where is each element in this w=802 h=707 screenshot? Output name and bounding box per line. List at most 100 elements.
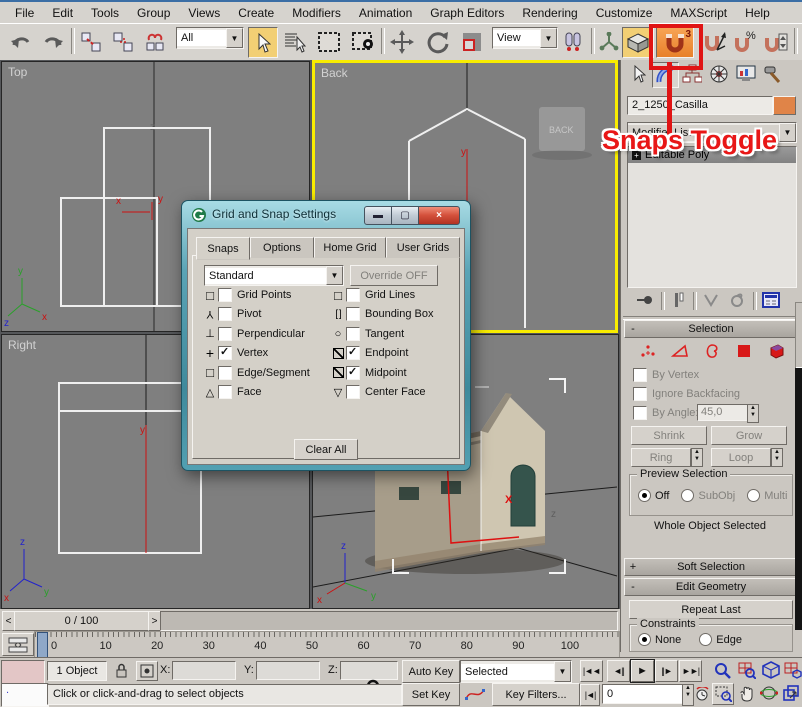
radio-icon[interactable] bbox=[699, 633, 712, 646]
percent-snap-toggle-icon[interactable]: % bbox=[732, 27, 760, 56]
menu-item[interactable]: Rendering bbox=[513, 4, 586, 22]
pan-hand-icon[interactable] bbox=[737, 683, 757, 703]
tab-create[interactable] bbox=[625, 62, 650, 86]
track-bar-ruler[interactable]: 0102030405060708090100 bbox=[34, 631, 620, 659]
current-frame-field[interactable]: 0 bbox=[602, 684, 686, 704]
time-configuration-icon[interactable] bbox=[694, 684, 711, 704]
close-button[interactable]: × bbox=[418, 206, 460, 225]
repeat-last-button[interactable]: Repeat Last bbox=[629, 600, 793, 619]
dialog-tab[interactable]: Snaps bbox=[196, 237, 250, 260]
pin-stack-icon[interactable] bbox=[635, 290, 655, 310]
panel-scrollbar-thumb[interactable] bbox=[795, 302, 802, 370]
collapse-icon[interactable]: - bbox=[625, 581, 641, 593]
y-coordinate-field[interactable] bbox=[256, 661, 320, 680]
snap-option[interactable]: Face bbox=[202, 384, 261, 400]
auto-key-button[interactable]: Auto Key bbox=[402, 660, 460, 683]
preview-radio-option[interactable]: Off bbox=[638, 489, 669, 502]
tab-display[interactable] bbox=[733, 62, 758, 86]
snap-checkbox[interactable] bbox=[218, 366, 232, 380]
snap-option[interactable]: Perpendicular bbox=[202, 326, 305, 342]
by-vertex-checkbox-row[interactable]: By Vertex bbox=[633, 368, 699, 382]
select-and-scale-icon[interactable] bbox=[456, 27, 488, 56]
snap-checkbox[interactable] bbox=[346, 366, 360, 380]
absolute-offset-toggle-icon[interactable] bbox=[136, 661, 158, 681]
panel-scrollbar-track[interactable] bbox=[795, 368, 802, 630]
dropdown-arrow-icon[interactable]: ▼ bbox=[540, 28, 557, 48]
make-unique-icon[interactable] bbox=[701, 290, 721, 310]
tab-utilities[interactable] bbox=[760, 62, 785, 86]
maxscript-mini-listener[interactable]: . bbox=[1, 683, 49, 707]
by-angle-row[interactable]: By Angle: bbox=[633, 406, 698, 420]
polygon-subobject-icon[interactable] bbox=[733, 342, 755, 360]
clear-all-button[interactable]: Clear All bbox=[294, 439, 358, 460]
bind-to-space-warp-icon[interactable] bbox=[140, 27, 170, 56]
time-slider-track[interactable] bbox=[160, 611, 618, 631]
time-slider-thumb[interactable]: 0 / 100 bbox=[14, 611, 149, 631]
shrink-button[interactable]: Shrink bbox=[631, 426, 707, 445]
override-off-button[interactable]: Override OFF bbox=[350, 265, 438, 286]
snap-checkbox[interactable] bbox=[218, 385, 232, 399]
vertex-subobject-icon[interactable] bbox=[637, 342, 659, 360]
dropdown-arrow-icon[interactable]: ▼ bbox=[326, 266, 343, 285]
snap-preset-dropdown[interactable]: Standard ▼ bbox=[204, 265, 344, 286]
snap-checkbox[interactable] bbox=[218, 307, 232, 321]
menu-item[interactable]: File bbox=[6, 4, 43, 22]
constraint-radio-option[interactable]: None bbox=[638, 633, 681, 646]
menu-item[interactable]: Customize bbox=[587, 4, 662, 22]
snap-checkbox[interactable] bbox=[346, 346, 360, 360]
select-and-rotate-icon[interactable] bbox=[422, 27, 454, 56]
radio-icon[interactable] bbox=[681, 489, 694, 502]
play-button[interactable]: ► bbox=[631, 660, 654, 682]
checkbox[interactable] bbox=[633, 406, 647, 420]
snap-option[interactable]: Pivot bbox=[202, 306, 261, 322]
minimize-button[interactable]: ▬ bbox=[364, 206, 392, 225]
radio-icon[interactable] bbox=[638, 633, 651, 646]
preview-radio-option[interactable]: SubObj bbox=[681, 489, 735, 502]
snap-option[interactable]: Grid Points bbox=[202, 287, 291, 303]
previous-frame-button[interactable]: ◄|| bbox=[607, 660, 630, 682]
undo-icon[interactable] bbox=[6, 27, 36, 56]
menu-item[interactable]: Modifiers bbox=[283, 4, 350, 22]
dialog-tab[interactable]: User Grids bbox=[386, 237, 460, 258]
menu-item[interactable]: Group bbox=[128, 4, 179, 22]
menu-item[interactable]: Views bbox=[179, 4, 229, 22]
key-mode-toggle-button[interactable]: |◄| bbox=[580, 684, 600, 706]
loop-button[interactable]: Loop bbox=[711, 448, 771, 467]
by-angle-field[interactable]: 45,0 bbox=[697, 404, 748, 421]
tab-motion[interactable] bbox=[706, 62, 731, 86]
zoom-region-icon[interactable] bbox=[712, 683, 734, 705]
dropdown-arrow-icon[interactable]: ▼ bbox=[554, 661, 571, 682]
menu-item[interactable]: Animation bbox=[350, 4, 421, 22]
snap-checkbox[interactable] bbox=[218, 346, 232, 360]
border-subobject-icon[interactable] bbox=[701, 342, 723, 360]
snap-checkbox[interactable] bbox=[218, 327, 232, 341]
snap-checkbox[interactable] bbox=[218, 288, 232, 302]
dialog-tab[interactable]: Options bbox=[250, 237, 314, 258]
modifier-stack[interactable]: + Editable Poly bbox=[627, 146, 797, 288]
window-crossing-icon[interactable] bbox=[348, 27, 378, 56]
spinner-snap-toggle-icon[interactable] bbox=[762, 27, 790, 56]
edge-subobject-icon[interactable] bbox=[669, 342, 691, 360]
open-mini-curve-editor-icon[interactable] bbox=[2, 633, 34, 656]
expand-icon[interactable]: + bbox=[625, 561, 641, 573]
snap-option[interactable]: Midpoint bbox=[330, 365, 407, 381]
loop-spinner[interactable]: ▲▼ bbox=[771, 448, 783, 467]
menu-item[interactable]: Graph Editors bbox=[421, 4, 513, 22]
object-name-field[interactable]: 2_1250_Casilla bbox=[627, 96, 773, 115]
snap-checkbox[interactable] bbox=[346, 327, 360, 341]
angle-snap-toggle-icon[interactable] bbox=[700, 27, 730, 56]
ring-button[interactable]: Ring bbox=[631, 448, 691, 467]
redo-icon[interactable] bbox=[38, 27, 68, 56]
snap-option[interactable]: Endpoint bbox=[330, 345, 408, 361]
zoom-all-icon[interactable] bbox=[737, 660, 757, 680]
grow-button[interactable]: Grow bbox=[711, 426, 787, 445]
next-frame-button[interactable]: ||► bbox=[655, 660, 678, 682]
arc-rotate-icon[interactable] bbox=[758, 683, 780, 703]
snap-option[interactable]: Grid Lines bbox=[330, 287, 415, 303]
rectangular-selection-region-icon[interactable] bbox=[314, 27, 344, 56]
configure-modifier-sets-icon[interactable] bbox=[761, 290, 781, 310]
maximize-viewport-toggle-icon[interactable] bbox=[782, 683, 800, 703]
selection-rollout-header[interactable]: - Selection bbox=[624, 320, 798, 338]
menu-item[interactable]: Help bbox=[736, 4, 779, 22]
select-by-name-icon[interactable] bbox=[280, 27, 310, 56]
